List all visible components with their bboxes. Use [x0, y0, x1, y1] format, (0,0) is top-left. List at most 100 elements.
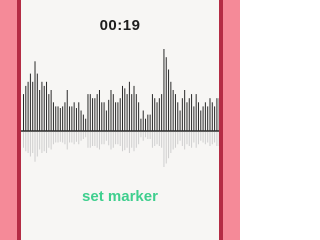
waveform-bar — [101, 102, 103, 131]
waveform-bar — [112, 94, 114, 131]
waveform-bar — [193, 106, 195, 131]
waveform-reflection-bar — [191, 132, 193, 148]
waveform-bar — [207, 106, 209, 131]
waveform-reflection-bar — [78, 132, 80, 145]
waveform-bar — [181, 98, 183, 131]
waveform-bar — [96, 94, 98, 131]
waveform-reflection-bar — [156, 132, 158, 145]
waveform-bar — [57, 106, 59, 131]
waveform-reflection-bar — [149, 132, 151, 139]
waveform-bar — [133, 85, 135, 131]
waveform-reflection-bar — [87, 132, 89, 148]
waveform-reflection-bar — [82, 132, 84, 139]
waveform-bar — [117, 102, 119, 131]
waveform-bar — [211, 102, 213, 131]
waveform-reflection-bar — [216, 132, 218, 146]
waveform-bar — [119, 98, 121, 131]
waveform-reflection-bar — [140, 132, 142, 138]
waveform-bar — [168, 69, 170, 131]
waveform-bar — [174, 94, 176, 131]
waveform-bar — [71, 106, 73, 131]
waveform-bar — [34, 61, 36, 131]
waveform-bar — [156, 102, 158, 131]
waveform-reflection-bar — [154, 132, 156, 146]
waveform-bar — [98, 90, 100, 131]
waveform-reflection-bar — [48, 132, 50, 148]
waveform-bar — [177, 102, 179, 131]
waveform-reflection-bar — [179, 132, 181, 141]
waveform-bar — [202, 106, 204, 131]
waveform-reflection-bar — [168, 132, 170, 159]
waveform-bar — [48, 94, 50, 131]
right-frame-line — [219, 0, 223, 240]
waveform-reflection-bar — [71, 132, 73, 143]
waveform-bar — [92, 98, 94, 131]
waveform-reflection-bar — [200, 132, 202, 141]
waveform-reflection-bar — [32, 132, 34, 153]
waveform-reflection-bar — [103, 132, 105, 145]
waveform-bar — [165, 57, 167, 132]
waveform — [21, 49, 219, 167]
waveform-reflection-bar — [39, 132, 41, 150]
waveform-reflection-bar — [151, 132, 153, 148]
waveform-bar — [36, 73, 38, 131]
waveform-reflection-bar — [23, 132, 24, 148]
waveform-reflection-bar — [43, 132, 45, 152]
waveform-reflection-bar — [204, 132, 206, 145]
waveform-reflection-bar — [184, 132, 186, 150]
waveform-bar — [108, 99, 110, 131]
waveform-reflection-bar — [214, 132, 216, 143]
waveform-reflection-bar — [92, 132, 94, 146]
waveform-reflection-bar — [110, 132, 112, 150]
waveform-bar — [80, 110, 82, 131]
waveform-reflection-bar — [165, 132, 167, 164]
waveform-bar — [103, 102, 105, 131]
waveform-bar — [110, 90, 112, 131]
set-marker-button[interactable]: set marker — [21, 188, 219, 205]
waveform-reflection-bar — [202, 132, 204, 143]
waveform-bar — [209, 98, 211, 131]
waveform-reflection-bar — [46, 132, 48, 153]
waveform-reflection-bar — [34, 132, 36, 162]
waveform-reflection-bar — [98, 132, 100, 150]
waveform-reflection-bar — [64, 132, 66, 145]
waveform-bar — [62, 106, 64, 131]
right-frame — [220, 0, 240, 240]
waveform-bar — [85, 118, 87, 131]
waveform-reflection-bar — [96, 132, 98, 148]
waveform-reflection-bar — [73, 132, 75, 145]
waveform-reflection-bar — [138, 132, 140, 145]
waveform-reflection-bar — [186, 132, 188, 145]
waveform-reflection-bar — [158, 132, 160, 146]
waveform-bar — [151, 94, 153, 131]
waveform-reflection-bar — [195, 132, 197, 148]
waveform-bar — [140, 118, 142, 131]
waveform-bar — [23, 94, 24, 131]
waveform-bar — [214, 106, 216, 131]
waveform-bar — [128, 81, 130, 131]
waveform-reflection-bar — [101, 132, 103, 145]
waveform-bar — [43, 85, 45, 131]
waveform-bar — [50, 90, 52, 131]
waveform-reflection-bar — [133, 132, 135, 152]
waveform-reflection-bar — [131, 132, 133, 148]
waveform-bar — [158, 98, 160, 131]
waveform-bar — [66, 90, 68, 131]
waveform-bar — [172, 90, 174, 131]
waveform-bar — [145, 118, 147, 131]
waveform-reflection-bar — [29, 132, 31, 157]
waveform-bar — [184, 90, 186, 131]
waveform-bar — [122, 85, 123, 131]
waveform-bar — [179, 110, 181, 131]
waveform-reflection-bar — [170, 132, 172, 153]
waveform-reflection-bar — [172, 132, 174, 150]
waveform-bar — [41, 81, 43, 131]
waveform-bar — [75, 108, 77, 131]
waveform-reflection-bar — [69, 132, 71, 143]
waveform-bar — [27, 81, 29, 131]
waveform-reflection-bar — [181, 132, 183, 146]
waveform-reflection-bar — [36, 132, 38, 157]
waveform-bar — [124, 88, 126, 131]
waveform-reflection-bar — [57, 132, 59, 143]
waveform-bar — [39, 90, 41, 131]
